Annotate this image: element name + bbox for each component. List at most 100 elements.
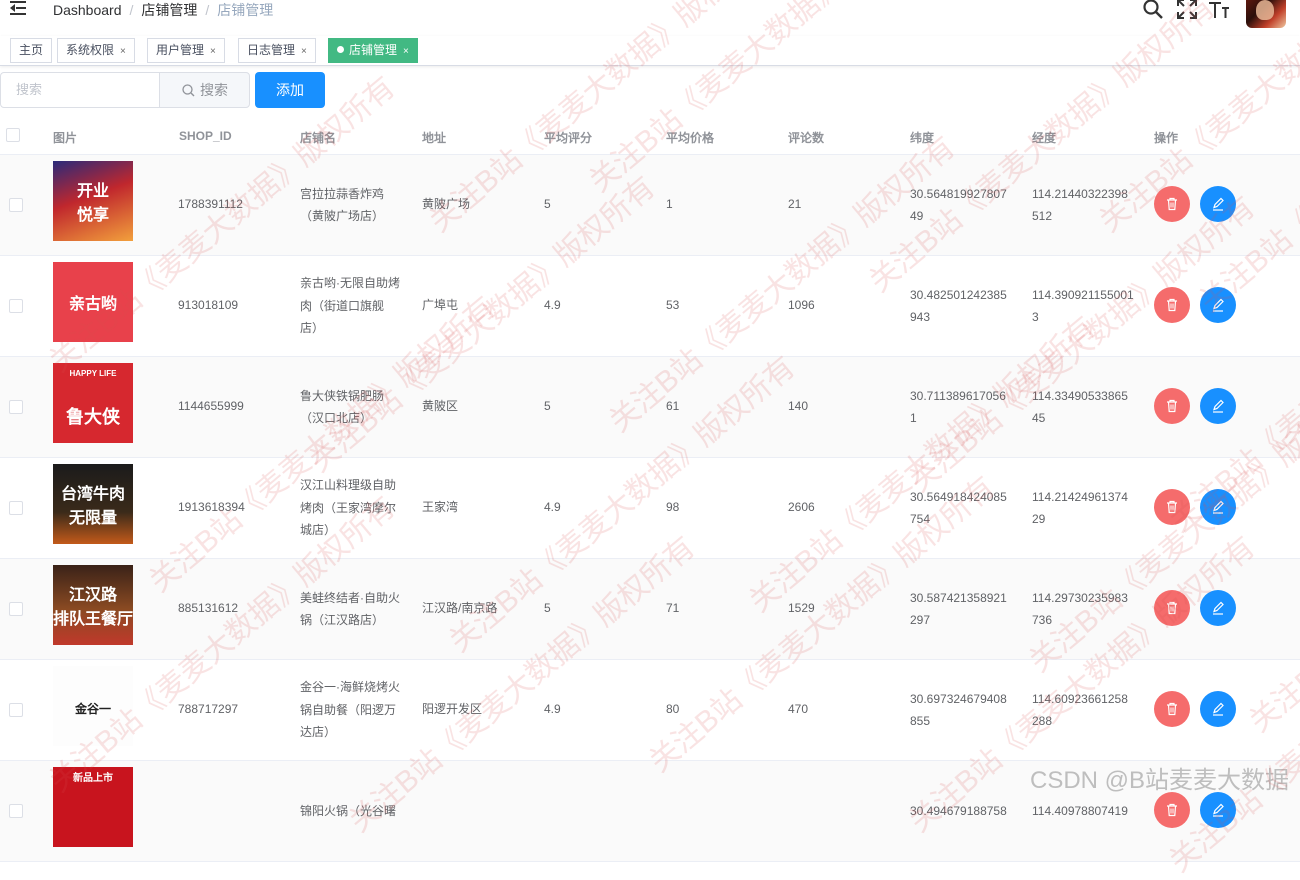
- edit-button[interactable]: [1200, 186, 1236, 222]
- tag-user-management[interactable]: 用户管理 ×: [147, 38, 225, 63]
- row-checkbox[interactable]: [9, 299, 23, 313]
- breadcrumb-shop[interactable]: 店铺管理: [141, 2, 197, 18]
- cell-line: 30.587421358921: [910, 590, 1007, 605]
- cell-price: 1: [666, 197, 673, 211]
- tag-log-management[interactable]: 日志管理 ×: [238, 38, 316, 63]
- cell-latitude: 30.564819927807 49: [910, 183, 1007, 228]
- cell-longitude: 114.21440322398 512: [1032, 183, 1128, 228]
- cell-line: 30.564918424085: [910, 489, 1007, 504]
- cell-line: 288: [1032, 714, 1053, 728]
- col-shop-id: SHOP_ID: [179, 129, 232, 143]
- fullscreen-icon[interactable]: [1176, 0, 1200, 22]
- edit-button[interactable]: [1200, 287, 1236, 323]
- close-icon[interactable]: ×: [403, 46, 409, 57]
- cell-rating: 4.9: [544, 298, 561, 312]
- hamburger-icon[interactable]: [10, 0, 30, 18]
- row-checkbox[interactable]: [9, 602, 23, 616]
- cell-line: 114.29730235983: [1032, 590, 1128, 605]
- tag-label: 日志管理: [247, 43, 296, 57]
- cell-latitude: 30.697324679408 855: [910, 688, 1007, 733]
- cell-rating: 4.9: [544, 702, 561, 716]
- close-icon[interactable]: ×: [301, 46, 307, 57]
- edit-button[interactable]: [1200, 792, 1236, 828]
- table-header: 图片 SHOP_ID 店铺名 地址 平均评分 平均价格 评论数 纬度 经度 操作: [0, 118, 1300, 155]
- cell-latitude: 30.482501242385 943: [910, 284, 1007, 329]
- cell-line: 114.60923661258: [1032, 691, 1128, 706]
- cell-comments: 21: [788, 197, 802, 211]
- cell-latitude: 30.587421358921 297: [910, 587, 1007, 632]
- breadcrumb-dashboard[interactable]: Dashboard: [53, 2, 122, 18]
- tag-shop-management[interactable]: 店铺管理 ×: [328, 38, 418, 63]
- cell-address: 江汉路/南京路: [422, 601, 498, 615]
- add-button[interactable]: 添加: [255, 72, 325, 108]
- tag-label: 系统权限: [66, 43, 115, 57]
- row-checkbox[interactable]: [9, 400, 23, 414]
- cell-comments: 470: [788, 702, 809, 716]
- edit-icon: [1213, 702, 1224, 716]
- edit-button[interactable]: [1200, 388, 1236, 424]
- delete-button[interactable]: [1154, 590, 1190, 626]
- row-checkbox[interactable]: [9, 804, 23, 818]
- delete-button[interactable]: [1154, 287, 1190, 323]
- cell-shop-name: 美蛙终结者·自助火 锅（江汉路店）: [300, 587, 410, 632]
- navbar: Dashboard / 店铺管理 / 店铺管理: [0, 0, 1300, 36]
- cell-price: 71: [666, 601, 680, 615]
- delete-button[interactable]: [1154, 388, 1190, 424]
- col-price: 平均价格: [666, 131, 715, 145]
- delete-button[interactable]: [1154, 489, 1190, 525]
- cell-line: 30.482501242385: [910, 287, 1007, 302]
- cell-longitude: 114.33490533865 45: [1032, 385, 1128, 430]
- row-checkbox[interactable]: [9, 501, 23, 515]
- cell-shop-id: 788717297: [178, 702, 239, 716]
- breadcrumb: Dashboard / 店铺管理 / 店铺管理: [53, 2, 274, 18]
- select-all-checkbox[interactable]: [6, 128, 20, 142]
- thumb-text: 亲古哟: [68, 296, 117, 313]
- table-row: 江汉路 排队王餐厅 885131612 美蛙终结者·自助火 锅（江汉路店） 江汉路/南京路…: [0, 559, 1300, 660]
- tag-permissions[interactable]: 系统权限 ×: [57, 38, 135, 63]
- delete-button[interactable]: [1154, 186, 1190, 222]
- edit-button[interactable]: [1200, 489, 1236, 525]
- cell-line: 城店）: [300, 523, 337, 538]
- search-input[interactable]: 搜索: [0, 72, 160, 108]
- table-row: HAPPY LIFE 鲁大侠 1144655999 鲁大侠铁锅肥肠 （汉口北店） 黄陂区 5…: [0, 357, 1300, 458]
- close-icon[interactable]: ×: [210, 46, 216, 57]
- table-row: 开业 悦享 1788391112 宫拉拉蒜香炸鸡 （黄陂广场店） 黄陂广场 5 1 21 30.5…: [0, 155, 1300, 256]
- thumb-text: 金谷一: [74, 702, 111, 716]
- cell-line: 855: [910, 714, 931, 728]
- col-image: 图片: [53, 131, 78, 145]
- cell-line: 114.21440322398: [1032, 186, 1128, 201]
- cell-line: 店）: [300, 321, 325, 336]
- trash-icon: [1167, 702, 1177, 716]
- shop-image: 亲古哟: [53, 262, 133, 342]
- shop-image: 新品上市: [53, 767, 133, 847]
- edit-button[interactable]: [1200, 590, 1236, 626]
- edit-icon: [1213, 601, 1224, 615]
- tag-label: 店铺管理: [349, 43, 398, 57]
- row-checkbox[interactable]: [9, 198, 23, 212]
- edit-icon: [1213, 298, 1224, 312]
- edit-button[interactable]: [1200, 691, 1236, 727]
- close-icon[interactable]: ×: [120, 46, 126, 57]
- cell-line: 亲古哟·无限自助烤: [300, 276, 400, 291]
- search-icon[interactable]: [1142, 0, 1166, 22]
- row-checkbox[interactable]: [9, 703, 23, 717]
- cell-longitude: 114.21424961374 29: [1032, 486, 1128, 531]
- font-size-icon[interactable]: [1208, 0, 1232, 22]
- cell-line: （黄陂广场店）: [300, 209, 385, 223]
- avatar[interactable]: [1246, 0, 1286, 28]
- col-latitude: 纬度: [910, 131, 935, 145]
- breadcrumb-current: 店铺管理: [217, 2, 274, 18]
- tag-home[interactable]: 主页: [10, 38, 53, 63]
- cell-line: 锅（江汉路店）: [300, 613, 385, 627]
- delete-button[interactable]: [1154, 792, 1190, 828]
- delete-button[interactable]: [1154, 691, 1190, 727]
- cell-line: 金谷一·海鲜烧烤火: [300, 680, 400, 695]
- search-button[interactable]: 搜索: [159, 72, 250, 108]
- cell-latitude: 30.494679188758: [910, 800, 1007, 823]
- cell-line: 30.697324679408: [910, 691, 1007, 706]
- table-row: 金谷一 788717297 金谷一·海鲜烧烤火 锅自助餐（阳逻万 达店） 阳逻开发区 4.9…: [0, 660, 1300, 761]
- cell-shop-id: 1913618394: [178, 500, 245, 514]
- cell-line: 29: [1032, 512, 1046, 526]
- cell-shop-id: 885131612: [178, 601, 239, 615]
- cell-line: 736: [1032, 613, 1053, 627]
